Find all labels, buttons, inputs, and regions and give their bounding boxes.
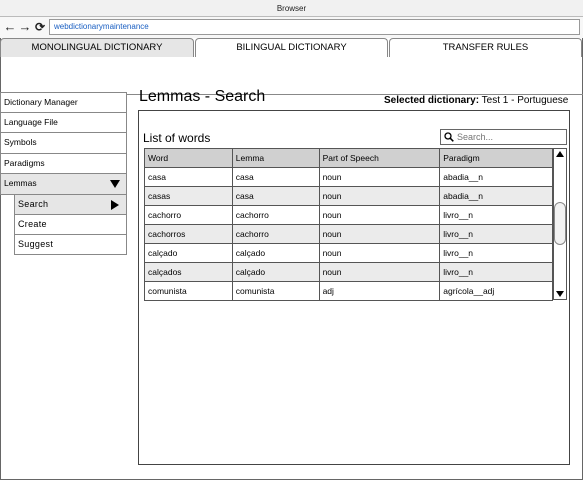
page-title: Lemmas - Search xyxy=(139,88,266,105)
scroll-down-arrow-icon[interactable] xyxy=(556,291,564,297)
url-bar[interactable]: webdictionarymaintenance xyxy=(49,19,580,35)
cell-part-of-speech: noun xyxy=(318,167,441,187)
cell-word: cachorro xyxy=(144,205,233,225)
cell-lemma: calçado xyxy=(231,262,320,282)
reload-icon[interactable]: ⟳ xyxy=(33,19,47,35)
cell-part-of-speech: noun xyxy=(318,243,441,263)
back-arrow-icon[interactable]: ← xyxy=(3,19,17,35)
table-row[interactable]: casas casa noun abadia__n xyxy=(144,186,553,206)
cell-word: casa xyxy=(144,167,233,187)
cell-word: calçado xyxy=(144,243,233,263)
browser-title: Browser xyxy=(0,0,583,17)
words-table: Word Lemma Part of Speech Paradigm casa … xyxy=(144,148,553,301)
cell-word: cachorros xyxy=(144,224,233,244)
tab-monolingual-dictionary[interactable]: MONOLINGUAL DICTIONARY xyxy=(0,38,194,57)
sidebar-item-label: Lemmas xyxy=(4,178,37,188)
sidebar-item-dictionary-manager[interactable]: Dictionary Manager xyxy=(0,92,127,113)
cell-paradigm: abadia__n xyxy=(439,167,553,187)
forward-arrow-icon[interactable]: → xyxy=(18,19,32,35)
table-row[interactable]: comunista comunista adj agrícola__adj xyxy=(144,281,553,301)
tab-transfer-rules[interactable]: TRANSFER RULES xyxy=(389,38,582,57)
cell-word: comunista xyxy=(144,281,233,301)
search-input[interactable] xyxy=(440,129,567,145)
cell-paradigm: livro__n xyxy=(439,205,553,225)
cell-word: casas xyxy=(144,186,233,206)
cell-word: calçados xyxy=(144,262,233,282)
sidebar-item-paradigms[interactable]: Paradigms xyxy=(0,153,127,174)
column-header-word[interactable]: Word xyxy=(144,148,233,168)
cell-lemma: cachorro xyxy=(231,205,320,225)
cell-paradigm: agrícola__adj xyxy=(439,281,553,301)
selected-dictionary: Selected dictionary: Test 1 - Portuguese xyxy=(384,95,568,107)
browser-navbar: ← → ⟳ webdictionarymaintenance xyxy=(0,17,583,38)
tab-bilingual-dictionary[interactable]: BILINGUAL DICTIONARY xyxy=(195,38,388,57)
scrollbar-thumb[interactable] xyxy=(554,202,566,245)
column-header-lemma[interactable]: Lemma xyxy=(231,148,320,168)
cell-lemma: cachorro xyxy=(231,224,320,244)
search-icon xyxy=(444,132,454,142)
main-tabs: MONOLINGUAL DICTIONARY BILINGUAL DICTION… xyxy=(0,38,583,95)
sidebar-item-language-file[interactable]: Language File xyxy=(0,112,127,133)
triangle-down-icon xyxy=(110,180,120,188)
table-row[interactable]: calçados calçado noun livro__n xyxy=(144,262,553,282)
list-title: List of words xyxy=(143,131,211,145)
sidebar-subitem-create[interactable]: Create xyxy=(14,214,127,235)
cell-lemma: comunista xyxy=(231,281,320,301)
sidebar-item-lemmas[interactable]: Lemmas xyxy=(0,174,127,195)
table-row[interactable]: casa casa noun abadia__n xyxy=(144,167,553,187)
cell-part-of-speech: noun xyxy=(318,262,441,282)
sidebar-subitem-search[interactable]: Search xyxy=(14,194,127,215)
sidebar-subitem-suggest[interactable]: Suggest xyxy=(14,234,127,255)
triangle-right-icon xyxy=(111,199,119,210)
cell-paradigm: livro__n xyxy=(439,243,553,263)
selected-dictionary-value: Test 1 - Portuguese xyxy=(479,95,569,106)
sidebar-item-symbols[interactable]: Symbols xyxy=(0,133,127,154)
cell-part-of-speech: noun xyxy=(318,186,441,206)
scroll-up-arrow-icon[interactable] xyxy=(556,151,564,157)
table-header-row: Word Lemma Part of Speech Paradigm xyxy=(144,148,553,168)
cell-part-of-speech: noun xyxy=(318,205,441,225)
cell-paradigm: abadia__n xyxy=(439,186,553,206)
cell-lemma: casa xyxy=(231,167,320,187)
cell-lemma: casa xyxy=(231,186,320,206)
table-row[interactable]: cachorros cachorro noun livro__n xyxy=(144,224,553,244)
cell-paradigm: livro__n xyxy=(439,224,553,244)
table-scrollbar[interactable] xyxy=(553,148,567,300)
column-header-paradigm[interactable]: Paradigm xyxy=(439,148,553,168)
column-header-part-of-speech[interactable]: Part of Speech xyxy=(318,148,441,168)
cell-part-of-speech: adj xyxy=(318,281,441,301)
cell-lemma: calçado xyxy=(231,243,320,263)
cell-part-of-speech: noun xyxy=(318,224,441,244)
table-row[interactable]: cachorro cachorro noun livro__n xyxy=(144,205,553,225)
sidebar-subitem-label: Search xyxy=(18,198,49,209)
table-row[interactable]: calçado calçado noun livro__n xyxy=(144,243,553,263)
cell-paradigm: livro__n xyxy=(439,262,553,282)
selected-dictionary-label: Selected dictionary: xyxy=(384,95,480,106)
sidebar: Dictionary Manager Language File Symbols… xyxy=(0,92,127,255)
